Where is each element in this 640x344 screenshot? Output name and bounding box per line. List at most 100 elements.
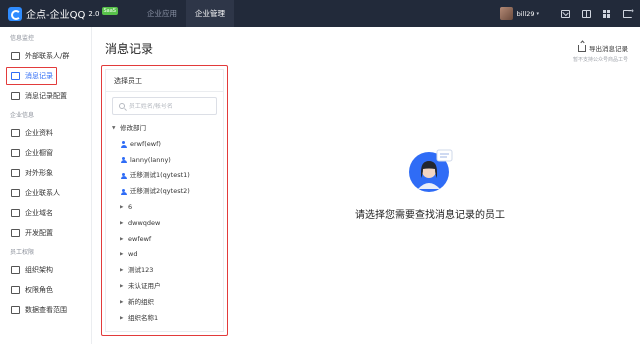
role-icon bbox=[11, 286, 20, 294]
export-icon bbox=[578, 44, 586, 52]
username[interactable]: bill29 bbox=[517, 10, 535, 18]
app-logo[interactable]: 企点-企业QQ 2.0 SaaS bbox=[8, 6, 118, 21]
sidebar-item-label: 权限角色 bbox=[25, 286, 53, 294]
tree-node-label: 6 bbox=[128, 202, 133, 211]
avatar[interactable] bbox=[499, 7, 513, 20]
sidebar-item-label: 企业域名 bbox=[25, 209, 53, 217]
org-icon bbox=[11, 266, 20, 274]
chevron-down-icon[interactable]: ▾ bbox=[536, 11, 539, 17]
tree-node-label: wd bbox=[128, 250, 138, 259]
data-scope-icon bbox=[11, 306, 20, 314]
tree-node-dept[interactable]: ▶ 6 bbox=[106, 200, 223, 216]
sidebar-item-label: 开发配置 bbox=[25, 229, 53, 237]
sidebar-item-label: 企业资料 bbox=[25, 129, 53, 137]
sidebar-item-external-contacts[interactable]: 外部联系人/群 bbox=[0, 46, 91, 66]
logout-icon[interactable] bbox=[623, 7, 634, 18]
book-icon[interactable] bbox=[582, 9, 591, 18]
nav-enterprise-apps[interactable]: 企业应用 bbox=[138, 0, 186, 27]
tree-node-dept[interactable]: ▶ ewfewf bbox=[106, 232, 223, 248]
person-icon bbox=[120, 188, 127, 196]
company-contact-icon bbox=[11, 189, 20, 197]
sidebar-item-public-image[interactable]: 对外形象 bbox=[0, 163, 91, 183]
top-right-actions: bill29 ▾ bbox=[499, 0, 634, 27]
sidebar-item-label: 外部联系人/群 bbox=[25, 52, 70, 60]
mail-icon[interactable] bbox=[561, 9, 570, 18]
sidebar-item-roles[interactable]: 权限角色 bbox=[0, 280, 91, 300]
expand-down-icon[interactable]: ▼ bbox=[112, 121, 120, 137]
empty-state-illustration-icon bbox=[409, 149, 453, 192]
export-button[interactable]: 导出消息记录 bbox=[578, 43, 628, 53]
expand-right-icon[interactable]: ▶ bbox=[120, 279, 128, 295]
sidebar-item-org[interactable]: 组织架构 bbox=[0, 260, 91, 280]
tree-node-label: erwf(ewf) bbox=[130, 139, 161, 148]
top-nav: 企业应用 企业管理 bbox=[138, 0, 234, 27]
sidebar-item-dev-config[interactable]: 开发配置 bbox=[0, 223, 91, 243]
expand-right-icon[interactable]: ▶ bbox=[120, 263, 128, 279]
sidebar-item-showcase[interactable]: 企业橱窗 bbox=[0, 143, 91, 163]
expand-right-icon[interactable]: ▶ bbox=[120, 232, 128, 248]
sidebar-item-label: 企业橱窗 bbox=[25, 149, 53, 157]
sidebar-item-label: 组织架构 bbox=[25, 266, 53, 274]
empty-state-text: 请选择您需要查找消息记录的员工 bbox=[355, 210, 505, 221]
expand-right-icon[interactable]: ▶ bbox=[120, 311, 128, 327]
search-box[interactable] bbox=[112, 97, 217, 115]
sidebar-item-label: 数据查看范围 bbox=[25, 306, 67, 314]
saas-badge: SaaS bbox=[101, 6, 118, 15]
sidebar-item-company-contacts[interactable]: 企业联系人 bbox=[0, 183, 91, 203]
sidebar-item-message-config[interactable]: 消息记录配置 bbox=[0, 86, 91, 106]
search-input[interactable] bbox=[128, 102, 216, 110]
sidebar-item-domain[interactable]: 企业域名 bbox=[0, 203, 91, 223]
tree-node-dept[interactable]: ▶ 未认证用户 bbox=[106, 279, 223, 295]
tree-node-dept[interactable]: ▶ wd bbox=[106, 247, 223, 263]
sidebar-item-data-scope[interactable]: 数据查看范围 bbox=[0, 300, 91, 320]
message-config-icon bbox=[11, 92, 20, 100]
expand-right-icon[interactable]: ▶ bbox=[120, 200, 128, 216]
tree-node-label: 迁移测试2(qytest2) bbox=[130, 187, 190, 196]
tree-node-dept[interactable]: ▼ 修改部门 bbox=[106, 121, 223, 137]
logo-version: 2.0 bbox=[88, 9, 100, 18]
sidebar-group-title: 员工权限 bbox=[10, 249, 35, 256]
sidebar-item-company-profile[interactable]: 企业资料 bbox=[0, 123, 91, 143]
panel-title: 选择员工 bbox=[106, 70, 223, 92]
tree-node-dept[interactable]: ▶ 组织名称1 bbox=[106, 311, 223, 327]
tree-node-label: 修改部门 bbox=[120, 124, 146, 132]
panel-body: 选择员工 ▼ 修改部门 erwf(ewf) lanny(lanny) 迁移测试1… bbox=[105, 69, 224, 332]
tree-node-person[interactable]: lanny(lanny) bbox=[106, 153, 223, 169]
search-icon bbox=[119, 103, 125, 109]
employee-tree: ▼ 修改部门 erwf(ewf) lanny(lanny) 迁移测试1(qyte… bbox=[106, 121, 223, 326]
tree-node-label: lanny(lanny) bbox=[130, 155, 171, 164]
grid-icon[interactable] bbox=[603, 9, 611, 18]
expand-right-icon[interactable]: ▶ bbox=[120, 295, 128, 311]
employee-select-panel: 选择员工 ▼ 修改部门 erwf(ewf) lanny(lanny) 迁移测试1… bbox=[101, 65, 228, 336]
tree-node-person[interactable]: 迁移测试2(qytest2) bbox=[106, 184, 223, 200]
export-label: 导出消息记录 bbox=[589, 45, 628, 53]
tree-node-dept[interactable]: ▶ dwwqdew bbox=[106, 216, 223, 232]
tree-node-label: dwwqdew bbox=[128, 218, 161, 227]
person-icon bbox=[120, 172, 127, 180]
tree-node-label: 新的组织 bbox=[128, 297, 154, 306]
contacts-icon bbox=[11, 52, 20, 60]
tree-node-label: 组织名称1 bbox=[128, 313, 159, 322]
tree-node-label: 迁移测试1(qytest1) bbox=[130, 171, 190, 180]
tree-node-label: ewfewf bbox=[128, 234, 152, 243]
tree-node-dept[interactable]: ▶ 测试123 bbox=[106, 263, 223, 279]
person-icon bbox=[120, 141, 127, 148]
sidebar-group-title: 企业信息 bbox=[10, 112, 35, 119]
tree-node-label: 未认证用户 bbox=[128, 281, 161, 290]
tree-node-dept[interactable]: ▶ 新的组织 bbox=[106, 295, 223, 311]
sidebar-group-title: 信息监控 bbox=[10, 35, 35, 42]
tree-node-person[interactable]: 迁移测试1(qytest1) bbox=[106, 168, 223, 184]
tree-node-person[interactable]: erwf(ewf) bbox=[106, 137, 223, 153]
page-title: 消息记录 bbox=[105, 42, 154, 56]
export-note: 暂不支持公众号商品工号 bbox=[572, 57, 628, 63]
expand-right-icon[interactable]: ▶ bbox=[120, 247, 128, 263]
expand-right-icon[interactable]: ▶ bbox=[120, 216, 128, 232]
highlight-box bbox=[6, 67, 57, 85]
top-bar: 企点-企业QQ 2.0 SaaS 企业应用 企业管理 bill29 ▾ bbox=[0, 0, 640, 27]
logo-text: 企点-企业QQ bbox=[26, 10, 86, 21]
nav-enterprise-management[interactable]: 企业管理 bbox=[186, 0, 234, 27]
sidebar-item-label: 企业联系人 bbox=[25, 189, 60, 197]
sidebar-item-label: 对外形象 bbox=[25, 169, 53, 177]
company-profile-icon bbox=[11, 129, 20, 137]
qq-logo-icon bbox=[8, 6, 22, 21]
